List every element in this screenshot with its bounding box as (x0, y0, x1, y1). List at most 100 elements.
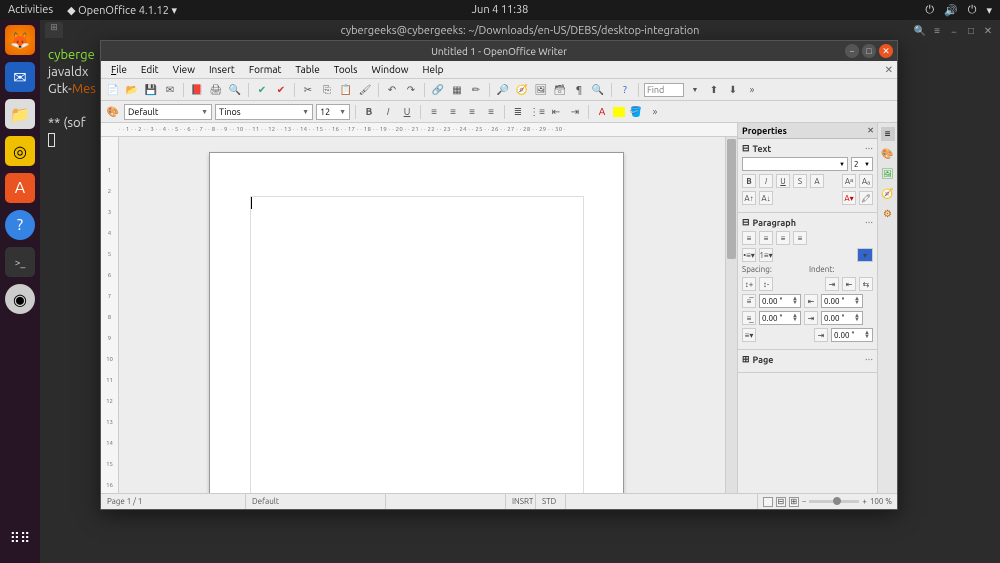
redo-icon[interactable]: ↷ (403, 82, 419, 98)
spacing-above-input[interactable]: 0.00 "▲▼ (759, 294, 801, 308)
font-name-combo[interactable]: Tinos▼ (215, 104, 313, 120)
sidebar-close-icon[interactable]: ✕ (867, 126, 874, 135)
text-section-title[interactable]: ⊟ Text⋯ (742, 143, 873, 154)
sb-bgcolor-icon[interactable]: ▾ (857, 248, 873, 262)
sb-shadow-icon[interactable]: A (810, 174, 824, 188)
paragraph-style-combo[interactable]: Default▼ (124, 104, 212, 120)
cut-icon[interactable]: ✂ (300, 82, 316, 98)
navigator-icon[interactable]: 🧭 (514, 82, 530, 98)
terminal-close-icon[interactable]: ✕ (981, 24, 995, 38)
power-icon[interactable]: ⏻ (968, 4, 977, 17)
sb-hanging-icon[interactable]: ⇆ (859, 277, 873, 291)
indent-firstline-input[interactable]: 0.00 "▲▼ (831, 328, 873, 342)
terminal-tab-icon[interactable]: ⊞ (45, 22, 63, 38)
sb-before-icon[interactable]: ⇤ (804, 294, 818, 308)
fmt-overflow-icon[interactable]: » (647, 104, 663, 120)
document-close-icon[interactable]: ✕ (885, 64, 893, 76)
terminal-menu-icon[interactable]: ≡ (930, 24, 944, 38)
sb-increase-icon[interactable]: A↑ (742, 191, 756, 205)
page[interactable] (209, 152, 624, 493)
view-book-icon[interactable]: ⊞ (789, 497, 799, 507)
menu-window[interactable]: Window (365, 63, 414, 76)
email-icon[interactable]: ✉ (162, 82, 178, 98)
terminal-search-icon[interactable]: 🔍 (913, 24, 927, 38)
terminal-max-icon[interactable]: □ (964, 24, 978, 38)
show-draw-icon[interactable]: ✏ (468, 82, 484, 98)
status-insert[interactable]: INSRT (506, 494, 536, 509)
toolbar-overflow-icon[interactable]: » (744, 82, 760, 98)
italic-icon[interactable]: I (380, 104, 396, 120)
sidebar-properties-icon[interactable]: ≡ (881, 127, 895, 141)
align-left-icon[interactable]: ≡ (426, 104, 442, 120)
zoom-in-icon[interactable]: + (862, 497, 867, 506)
maximize-button[interactable]: □ (862, 44, 876, 58)
find-input[interactable] (644, 83, 684, 97)
status-style[interactable]: Default (246, 494, 386, 509)
autospell-icon[interactable]: ✔ (273, 82, 289, 98)
find-next-icon[interactable]: ⬇ (725, 82, 741, 98)
apps-grid-icon[interactable]: ⠿⠿ (5, 523, 35, 553)
rhythmbox-icon[interactable]: ◎ (5, 136, 35, 166)
font-color-icon[interactable]: A (594, 104, 610, 120)
sb-linespace-icon[interactable]: ≡▾ (742, 328, 756, 342)
numbering-icon[interactable]: ≣ (510, 104, 526, 120)
sb-fontcolor-icon[interactable]: A▾ (842, 191, 856, 205)
sb-firstline-icon[interactable]: ⇥ (814, 328, 828, 342)
sb-inc-spacing-icon[interactable]: ↕+ (742, 277, 756, 291)
background-icon[interactable]: 🪣 (628, 104, 644, 120)
datasource-icon[interactable]: 🗃 (552, 82, 568, 98)
sb-italic-icon[interactable]: I (759, 174, 773, 188)
align-center-icon[interactable]: ≡ (445, 104, 461, 120)
system-menu-arrow[interactable]: ▾ (986, 4, 992, 17)
nonprint-icon[interactable]: ¶ (571, 82, 587, 98)
view-single-icon[interactable] (763, 497, 773, 507)
sb-strike-icon[interactable]: S (793, 174, 807, 188)
sb-bold-icon[interactable]: B (742, 174, 756, 188)
terminal-icon[interactable]: >_ (5, 247, 35, 277)
align-justify-icon[interactable]: ≡ (483, 104, 499, 120)
sb-numbering-icon[interactable]: 1≡▾ (759, 248, 773, 262)
menu-format[interactable]: Format (243, 63, 288, 76)
zoom-value[interactable]: 100 % (870, 497, 892, 506)
highlight-icon[interactable] (613, 107, 625, 117)
sb-align-right-icon[interactable]: ≡ (776, 231, 790, 245)
terminal-min-icon[interactable]: − (947, 24, 961, 38)
align-right-icon[interactable]: ≡ (464, 104, 480, 120)
menu-tools[interactable]: Tools (328, 63, 364, 76)
sb-dec-indent-icon[interactable]: ⇤ (842, 277, 856, 291)
zoom-icon[interactable]: 🔍 (590, 82, 606, 98)
app-menu[interactable]: ◆ OpenOffice 4.1.12 ▾ (67, 4, 177, 17)
decrease-indent-icon[interactable]: ⇤ (548, 104, 564, 120)
sidebar-navigator-icon[interactable]: 🧭 (881, 187, 895, 201)
spacing-below-input[interactable]: 0.00 "▲▼ (759, 311, 801, 325)
sb-decrease-icon[interactable]: A↓ (759, 191, 773, 205)
status-lang[interactable] (386, 494, 506, 509)
indent-after-input[interactable]: 0.00 "▲▼ (821, 311, 863, 325)
horizontal-ruler[interactable]: · · 1 · · 2 · · 3 · · 4 · · 5 · · 6 · · … (101, 123, 737, 137)
activities-button[interactable]: Activities (8, 4, 53, 16)
help-icon[interactable]: ? (617, 82, 633, 98)
vertical-scrollbar[interactable] (725, 137, 737, 493)
files-icon[interactable]: 📁 (5, 99, 35, 129)
copy-icon[interactable]: ⎘ (319, 82, 335, 98)
sb-dec-spacing-icon[interactable]: ↕- (759, 277, 773, 291)
format-paintbrush-icon[interactable]: 🖌 (357, 82, 373, 98)
close-button[interactable]: ✕ (879, 44, 893, 58)
sb-super-icon[interactable]: Aᵃ (842, 174, 856, 188)
zoom-slider[interactable] (809, 500, 859, 503)
sb-bullets-icon[interactable]: •≡▾ (742, 248, 756, 262)
styles-icon[interactable]: 🎨 (105, 104, 121, 120)
sidebar-functions-icon[interactable]: ⚙ (881, 207, 895, 221)
status-page[interactable]: Page 1 / 1 (101, 494, 246, 509)
sidebar-font-combo[interactable]: ▼ (742, 157, 848, 171)
help-icon[interactable]: ? (5, 210, 35, 240)
software-icon[interactable]: A (5, 173, 35, 203)
sb-align-justify-icon[interactable]: ≡ (793, 231, 807, 245)
undo-icon[interactable]: ↶ (384, 82, 400, 98)
disc-icon[interactable]: ◉ (5, 284, 35, 314)
spellcheck-icon[interactable]: ✔ (254, 82, 270, 98)
sb-highlight-icon[interactable]: 🖍 (859, 191, 873, 205)
new-icon[interactable]: 📄 (105, 82, 121, 98)
document-canvas[interactable] (119, 137, 725, 493)
paste-icon[interactable]: 📋 (338, 82, 354, 98)
